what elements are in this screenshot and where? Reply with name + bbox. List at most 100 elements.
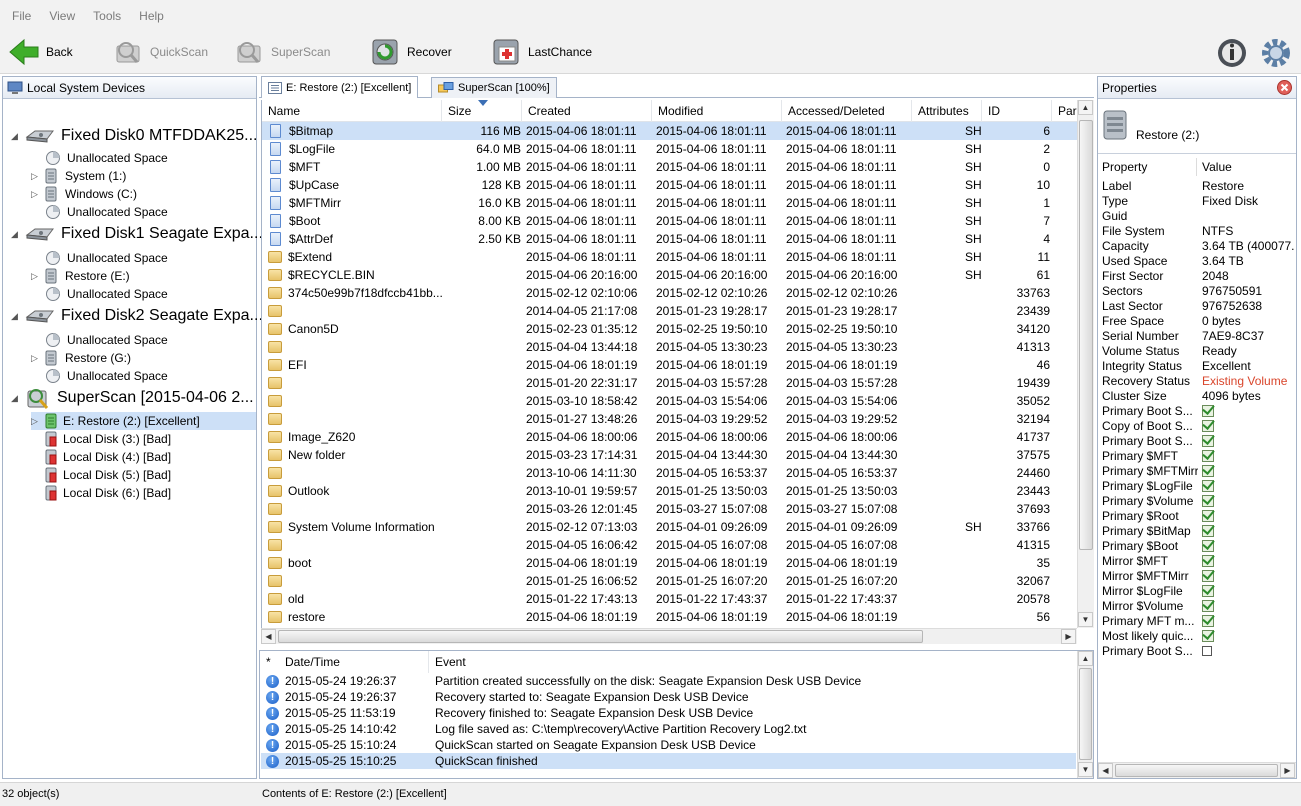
log-vscroll[interactable]: ▲ ▼	[1077, 651, 1093, 778]
property-row[interactable]: Capacity 3.64 TB (400077...	[1098, 239, 1296, 254]
property-row[interactable]: Type Fixed Disk	[1098, 194, 1296, 209]
col-modified[interactable]: Modified	[652, 100, 782, 122]
scroll-left-icon[interactable]: ◀	[261, 629, 276, 644]
file-row[interactable]: $Extend 2015-04-06 18:01:11 2015-04-06 18:…	[262, 248, 1077, 266]
file-row[interactable]: $MFTMirr 16.0 KB 2015-04-06 18:01:11 2015-0…	[262, 194, 1077, 212]
col-accessed[interactable]: Accessed/Deleted	[782, 100, 912, 122]
collapse-arrow-icon[interactable]: ◢	[11, 311, 21, 321]
file-row[interactable]: 374c50e99b7f18dfccb41bb... 2015-02-12 02:…	[262, 284, 1077, 302]
file-row[interactable]: 2015-04-04 13:44:18 2015-04-05 13:30:23 20…	[262, 338, 1077, 356]
property-row[interactable]: Volume Status Ready	[1098, 344, 1296, 359]
property-row[interactable]: Mirror $MFTMirr	[1098, 569, 1296, 584]
log-col-event[interactable]: Event	[435, 651, 466, 673]
file-row[interactable]: 2013-10-06 14:11:30 2015-04-05 16:53:37 20…	[262, 464, 1077, 482]
file-row[interactable]: $Boot 8.00 KB 2015-04-06 18:01:11 2015-04-0…	[262, 212, 1077, 230]
expand-arrow-icon[interactable]: ▷	[31, 171, 41, 181]
props-scroll-right-icon[interactable]: ▶	[1280, 763, 1295, 778]
lastchance-button[interactable]: LastChance	[490, 35, 592, 69]
property-row[interactable]: Mirror $LogFile	[1098, 584, 1296, 599]
props-scroll-left-icon[interactable]: ◀	[1098, 763, 1113, 778]
expand-arrow-icon[interactable]: ▷	[31, 353, 41, 363]
file-row[interactable]: EFI 2015-04-06 18:01:19 2015-04-06 18:01:1…	[262, 356, 1077, 374]
tree-volume-node[interactable]: ▷ Restore (E:)	[31, 267, 130, 285]
quickscan-button[interactable]: QuickScan	[112, 35, 208, 69]
file-row[interactable]: 2015-01-27 13:48:26 2015-04-03 19:29:52 20…	[262, 410, 1077, 428]
file-row[interactable]: $AttrDef 2.50 KB 2015-04-06 18:01:11 2015-0…	[262, 230, 1077, 248]
property-row[interactable]: File System NTFS	[1098, 224, 1296, 239]
tree-volume-node[interactable]: Unallocated Space	[31, 203, 168, 221]
property-row[interactable]: Primary $MFTMirr	[1098, 464, 1296, 479]
tree-volume-node[interactable]: Local Disk (6:) [Bad]	[31, 484, 171, 502]
tab-restore-volume[interactable]: E: Restore (2:) [Excellent]	[261, 76, 419, 98]
log-scroll-down-icon[interactable]: ▼	[1078, 762, 1093, 777]
log-row[interactable]: ! 2015-05-25 15:10:24 QuickScan started on…	[261, 737, 1076, 753]
col-id[interactable]: ID	[982, 100, 1052, 122]
tree-volume-node[interactable]: Unallocated Space	[31, 249, 168, 267]
tree-volume-node[interactable]: Unallocated Space	[31, 285, 168, 303]
log-row[interactable]: ! 2015-05-24 19:26:37 Partition created su…	[261, 673, 1076, 689]
property-row[interactable]: Primary $Root	[1098, 509, 1296, 524]
tab-superscan[interactable]: SuperScan [100%]	[431, 77, 557, 98]
log-scroll-up-icon[interactable]: ▲	[1078, 651, 1093, 666]
menu-tools[interactable]: Tools	[93, 9, 121, 23]
property-row[interactable]: Last Sector 976752638	[1098, 299, 1296, 314]
col-name[interactable]: Name	[262, 100, 442, 122]
log-row[interactable]: ! 2015-05-24 19:26:37 Recovery started to:…	[261, 689, 1076, 705]
file-list-hscroll-thumb[interactable]	[278, 630, 923, 643]
tree-volume-node[interactable]: Unallocated Space	[31, 331, 168, 349]
col-parent[interactable]: Pare	[1052, 100, 1077, 122]
help-icon[interactable]	[1216, 37, 1248, 69]
scroll-down-icon[interactable]: ▼	[1078, 612, 1093, 627]
scroll-right-icon[interactable]: ▶	[1061, 629, 1076, 644]
tree-volume-node[interactable]: Local Disk (4:) [Bad]	[31, 448, 171, 466]
property-row[interactable]: Primary Boot S...	[1098, 434, 1296, 449]
file-row[interactable]: 2014-04-05 21:17:08 2015-01-23 19:28:17 20…	[262, 302, 1077, 320]
tree-volume-node[interactable]: Local Disk (5:) [Bad]	[31, 466, 171, 484]
property-row[interactable]: Primary MFT m...	[1098, 614, 1296, 629]
property-row[interactable]: Serial Number 7AE9-8C37	[1098, 329, 1296, 344]
recover-button[interactable]: Recover	[369, 35, 452, 69]
property-row[interactable]: Most likely quic...	[1098, 629, 1296, 644]
property-row[interactable]: Mirror $MFT	[1098, 554, 1296, 569]
scroll-up-icon[interactable]: ▲	[1078, 100, 1093, 115]
property-row[interactable]: Primary $Boot	[1098, 539, 1296, 554]
collapse-arrow-icon[interactable]: ◢	[11, 393, 21, 403]
file-list-hscroll[interactable]: ◀ ▶	[261, 628, 1077, 644]
tree-volume-node[interactable]: Unallocated Space	[31, 149, 168, 167]
expand-arrow-icon[interactable]: ▷	[31, 189, 41, 199]
file-row[interactable]: Canon5D 2015-02-23 01:35:12 2015-02-25 19:…	[262, 320, 1077, 338]
collapse-arrow-icon[interactable]: ◢	[11, 229, 21, 239]
property-row[interactable]: Cluster Size 4096 bytes	[1098, 389, 1296, 404]
property-row[interactable]: First Sector 2048	[1098, 269, 1296, 284]
property-row[interactable]: Copy of Boot S...	[1098, 419, 1296, 434]
properties-hscroll-thumb[interactable]	[1115, 764, 1278, 777]
property-row[interactable]: Primary $BitMap	[1098, 524, 1296, 539]
tree-volume-node[interactable]: ▷ E: Restore (2:) [Excellent]	[31, 412, 256, 430]
superscan-button[interactable]: SuperScan	[233, 35, 330, 69]
expand-arrow-icon[interactable]: ▷	[31, 416, 41, 426]
file-row[interactable]: New folder 2015-03-23 17:14:31 2015-04-04 …	[262, 446, 1077, 464]
file-row[interactable]: 2015-03-10 18:58:42 2015-04-03 15:54:06 20…	[262, 392, 1077, 410]
property-row[interactable]: Primary $Volume	[1098, 494, 1296, 509]
tree-volume-node[interactable]: ▷ System (1:)	[31, 167, 126, 185]
log-row[interactable]: ! 2015-05-25 14:10:42 Log file saved as: C…	[261, 721, 1076, 737]
file-row[interactable]: $UpCase 128 KB 2015-04-06 18:01:11 2015-04-…	[262, 176, 1077, 194]
collapse-arrow-icon[interactable]: ◢	[11, 131, 21, 141]
col-attributes[interactable]: Attributes	[912, 100, 982, 122]
file-row[interactable]: old 2015-01-22 17:43:13 2015-01-22 17:43:3…	[262, 590, 1077, 608]
property-row[interactable]: Label Restore	[1098, 179, 1296, 194]
close-icon[interactable]	[1277, 80, 1292, 95]
property-row[interactable]: Primary $MFT	[1098, 449, 1296, 464]
file-row[interactable]: $MFT 1.00 MB 2015-04-06 18:01:11 2015-04-06…	[262, 158, 1077, 176]
tree-volume-node[interactable]: Local Disk (3:) [Bad]	[31, 430, 171, 448]
file-row[interactable]: $RECYCLE.BIN 2015-04-06 20:16:00 2015-04-0…	[262, 266, 1077, 284]
property-row[interactable]: Recovery Status Existing Volume	[1098, 374, 1296, 389]
tree-disk-node[interactable]: ◢ Fixed Disk2 Seagate Expa...	[11, 303, 263, 329]
menu-help[interactable]: Help	[139, 9, 164, 23]
back-button[interactable]: Back	[8, 35, 73, 69]
file-row[interactable]: $LogFile 64.0 MB 2015-04-06 18:01:11 2015-0…	[262, 140, 1077, 158]
log-vscroll-thumb[interactable]	[1079, 668, 1092, 760]
log-col-datetime[interactable]: Date/Time	[285, 651, 340, 673]
file-row[interactable]: restore 2015-04-06 18:01:19 2015-04-06 18:…	[262, 608, 1077, 626]
property-row[interactable]: Integrity Status Excellent	[1098, 359, 1296, 374]
